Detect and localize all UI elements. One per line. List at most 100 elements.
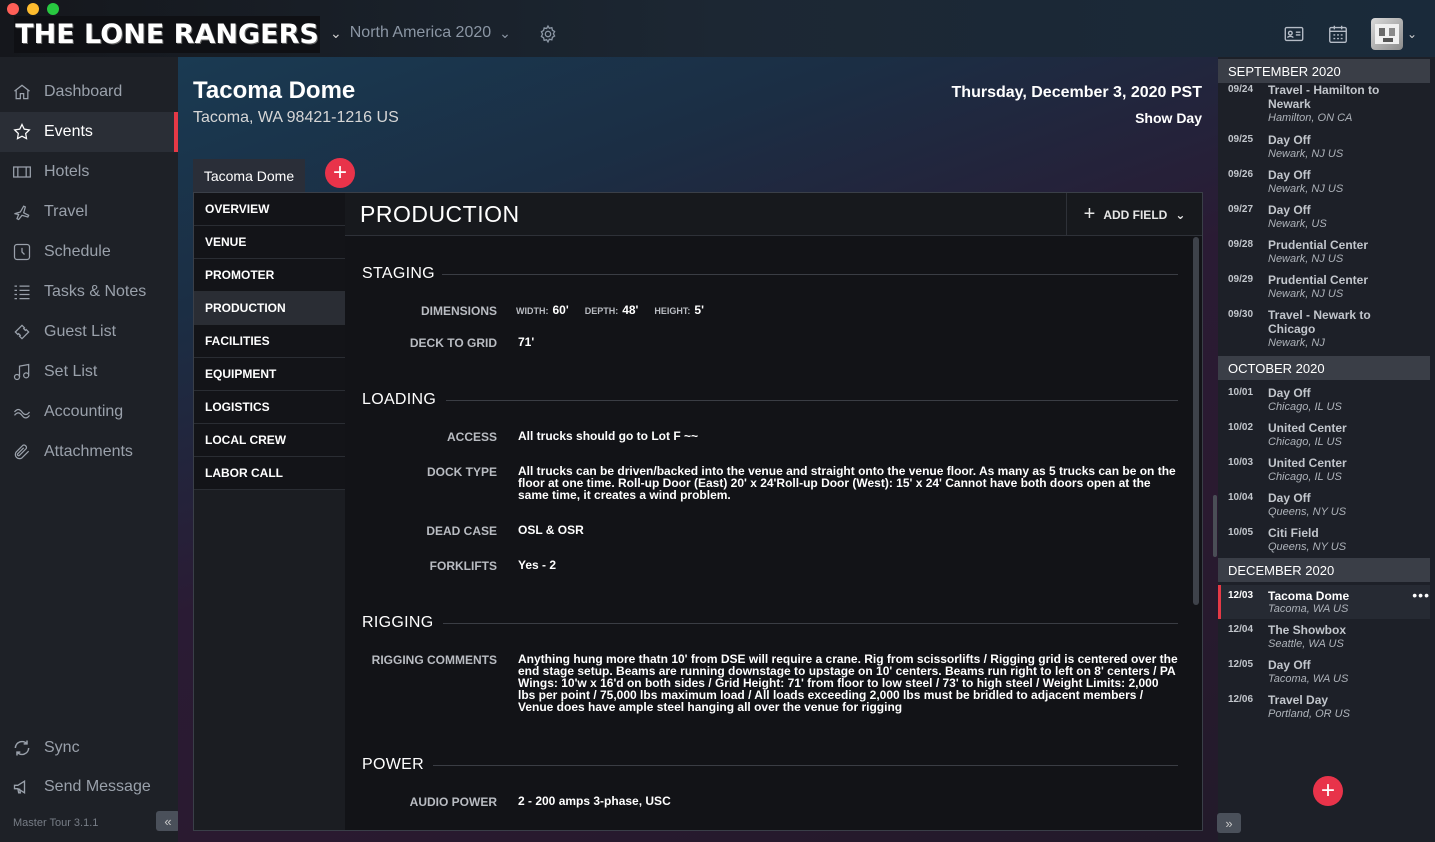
plus-icon: + xyxy=(332,159,347,186)
group-title-rigging: RIGGING xyxy=(362,614,434,631)
home-icon xyxy=(14,84,30,100)
list-item[interactable]: 10/01 Day Off Chicago, IL US xyxy=(1218,386,1430,417)
plane-icon xyxy=(14,205,30,221)
list-item[interactable]: 09/30 Travel - Newark to Chicago Newark,… xyxy=(1218,308,1430,351)
close-window-button[interactable] xyxy=(7,3,19,15)
group-title-power: POWER xyxy=(362,756,424,773)
section-promoter[interactable]: PROMOTER xyxy=(194,259,345,292)
sidebar-item-guest-list[interactable]: Guest List xyxy=(0,312,178,352)
sidebar-item-set-list[interactable]: Set List xyxy=(0,352,178,392)
section-facilities[interactable]: FACILITIES xyxy=(194,325,345,358)
list-icon xyxy=(14,285,30,300)
schedule-scrollbar[interactable] xyxy=(1213,495,1217,557)
plus-icon: + xyxy=(1320,777,1335,804)
star-icon xyxy=(13,123,31,140)
field-label-dock-type: DOCK TYPE xyxy=(426,465,497,479)
section-logistics[interactable]: LOGISTICS xyxy=(194,391,345,424)
section-overview[interactable]: OVERVIEW xyxy=(194,193,345,226)
list-item[interactable]: 09/25 Day Off Newark, NJ US xyxy=(1218,133,1430,164)
divider xyxy=(443,623,1178,624)
list-item-selected[interactable]: 12/03 Tacoma Dome Tacoma, WA US ••• xyxy=(1218,585,1430,619)
megaphone-icon xyxy=(13,779,26,795)
list-item[interactable]: 10/02 United Center Chicago, IL US xyxy=(1218,421,1430,452)
group-title-loading: LOADING xyxy=(362,391,437,408)
divider xyxy=(433,765,1178,766)
add-event-button[interactable]: + xyxy=(1313,776,1343,806)
list-item[interactable]: 12/05 Day Off Tacoma, WA US xyxy=(1218,658,1430,689)
field-value-audio-power[interactable]: 2 - 200 amps 3-phase, USC xyxy=(518,795,1178,807)
field-value-access[interactable]: All trucks should go to Lot F ~~ xyxy=(518,430,1178,442)
add-venue-button[interactable]: + xyxy=(325,158,355,188)
chevron-down-icon: ⌄ xyxy=(1175,207,1186,222)
list-item[interactable]: 09/29 Prudential Center Newark, NJ US xyxy=(1218,273,1430,304)
section-production[interactable]: PRODUCTION xyxy=(194,292,345,325)
send-message-button[interactable]: Send Message xyxy=(0,767,178,807)
field-label-access: ACCESS xyxy=(446,430,497,444)
list-item[interactable]: 09/26 Day Off Newark, NJ US xyxy=(1218,168,1430,199)
field-value-dimensions[interactable]: WIDTH: 60' DEPTH: 48' HEIGHT: 5' xyxy=(516,303,716,317)
expand-schedule-button[interactable]: » xyxy=(1217,813,1241,833)
sidebar-item-schedule[interactable]: Schedule xyxy=(0,232,178,272)
field-label-deck-to-grid: DECK TO GRID xyxy=(409,336,497,350)
sidebar-item-hotels[interactable]: Hotels xyxy=(0,152,178,192)
more-options-icon[interactable]: ••• xyxy=(1412,587,1430,603)
sidebar-item-accounting[interactable]: Accounting xyxy=(0,392,178,432)
clock-icon xyxy=(13,243,31,261)
band-logo[interactable]: THE LONE RANGERS xyxy=(14,16,320,53)
avatar[interactable] xyxy=(1370,18,1403,50)
tab-tacoma-dome[interactable]: Tacoma Dome xyxy=(193,159,305,192)
field-label-forklifts: FORKLIFTS xyxy=(429,559,497,573)
group-title-staging: STAGING xyxy=(362,265,435,282)
sidebar-item-attachments[interactable]: Attachments xyxy=(0,432,178,472)
list-item[interactable]: 09/27 Day Off Newark, US xyxy=(1218,203,1430,234)
minimize-window-button[interactable] xyxy=(27,3,39,15)
chevron-down-icon: ⌄ xyxy=(499,24,511,41)
month-header: OCTOBER 2020 xyxy=(1218,356,1430,380)
sidebar: Dashboard Events Hotels Travel Schedule … xyxy=(0,57,180,842)
hotel-icon xyxy=(13,166,31,178)
field-value-forklifts[interactable]: Yes - 2 xyxy=(518,559,1178,571)
list-item[interactable]: 12/04 The Showbox Seattle, WA US xyxy=(1218,623,1430,654)
tour-selector[interactable]: ⌄ North America 2020 ⌄ xyxy=(330,24,511,42)
plus-icon: + xyxy=(1083,203,1096,225)
field-value-rigging-comments[interactable]: Anything hung more thatn 10' from DSE wi… xyxy=(518,653,1178,713)
section-equipment[interactable]: EQUIPMENT xyxy=(194,358,345,391)
sidebar-item-travel[interactable]: Travel xyxy=(0,192,178,232)
sidebar-item-dashboard[interactable]: Dashboard xyxy=(0,72,178,112)
month-header: DECEMBER 2020 xyxy=(1218,558,1430,582)
ticket-icon xyxy=(14,324,30,340)
section-labor-call[interactable]: LABOR CALL xyxy=(194,457,345,490)
section-venue[interactable]: VENUE xyxy=(194,226,345,259)
add-field-button[interactable]: + ADD FIELD ⌄ xyxy=(1066,193,1202,236)
top-right-icons: ⌄ xyxy=(1283,18,1417,50)
list-item[interactable]: 09/24 Travel - Hamilton to Newark Hamilt… xyxy=(1218,83,1430,124)
section-local-crew[interactable]: LOCAL CREW xyxy=(194,424,345,457)
sync-button[interactable]: Sync xyxy=(0,728,178,768)
contact-card-icon[interactable] xyxy=(1283,23,1305,45)
collapse-sidebar-button[interactable]: « xyxy=(156,811,180,831)
sidebar-item-tasks-notes[interactable]: Tasks & Notes xyxy=(0,272,178,312)
music-icon xyxy=(13,363,30,381)
sync-icon xyxy=(14,740,30,756)
list-item[interactable]: 09/28 Prudential Center Newark, NJ US xyxy=(1218,238,1430,269)
zoom-window-button[interactable] xyxy=(47,3,59,15)
sidebar-item-events[interactable]: Events xyxy=(0,112,178,152)
gear-icon[interactable] xyxy=(538,24,558,44)
list-item[interactable]: 10/04 Day Off Queens, NY US xyxy=(1218,491,1430,522)
list-item[interactable]: 10/03 United Center Chicago, IL US xyxy=(1218,456,1430,487)
field-value-deck-to-grid[interactable]: 71' xyxy=(518,336,1178,348)
field-value-dock-type[interactable]: All trucks can be driven/backed into the… xyxy=(518,465,1178,501)
field-value-dead-case[interactable]: OSL & OSR xyxy=(518,524,1178,536)
list-item[interactable]: 12/06 Travel Day Portland, OR US xyxy=(1218,693,1430,724)
calendar-icon[interactable] xyxy=(1327,23,1349,45)
app-version: Master Tour 3.1.1 xyxy=(13,817,99,829)
content-header: PRODUCTION + ADD FIELD ⌄ xyxy=(345,193,1202,236)
field-label-rigging-comments: RIGGING COMMENTS xyxy=(371,653,497,667)
production-content: PRODUCTION + ADD FIELD ⌄ STAGING DIMENSI… xyxy=(345,193,1202,830)
account-menu[interactable]: ⌄ xyxy=(1370,18,1417,50)
field-label-audio-power: AUDIO POWER xyxy=(409,795,497,809)
scroll-thumb[interactable] xyxy=(1193,237,1199,605)
content-scrollbar[interactable] xyxy=(1193,237,1199,827)
page-title: Tacoma Dome xyxy=(193,77,356,104)
list-item[interactable]: 10/05 Citi Field Queens, NY US xyxy=(1218,526,1430,557)
